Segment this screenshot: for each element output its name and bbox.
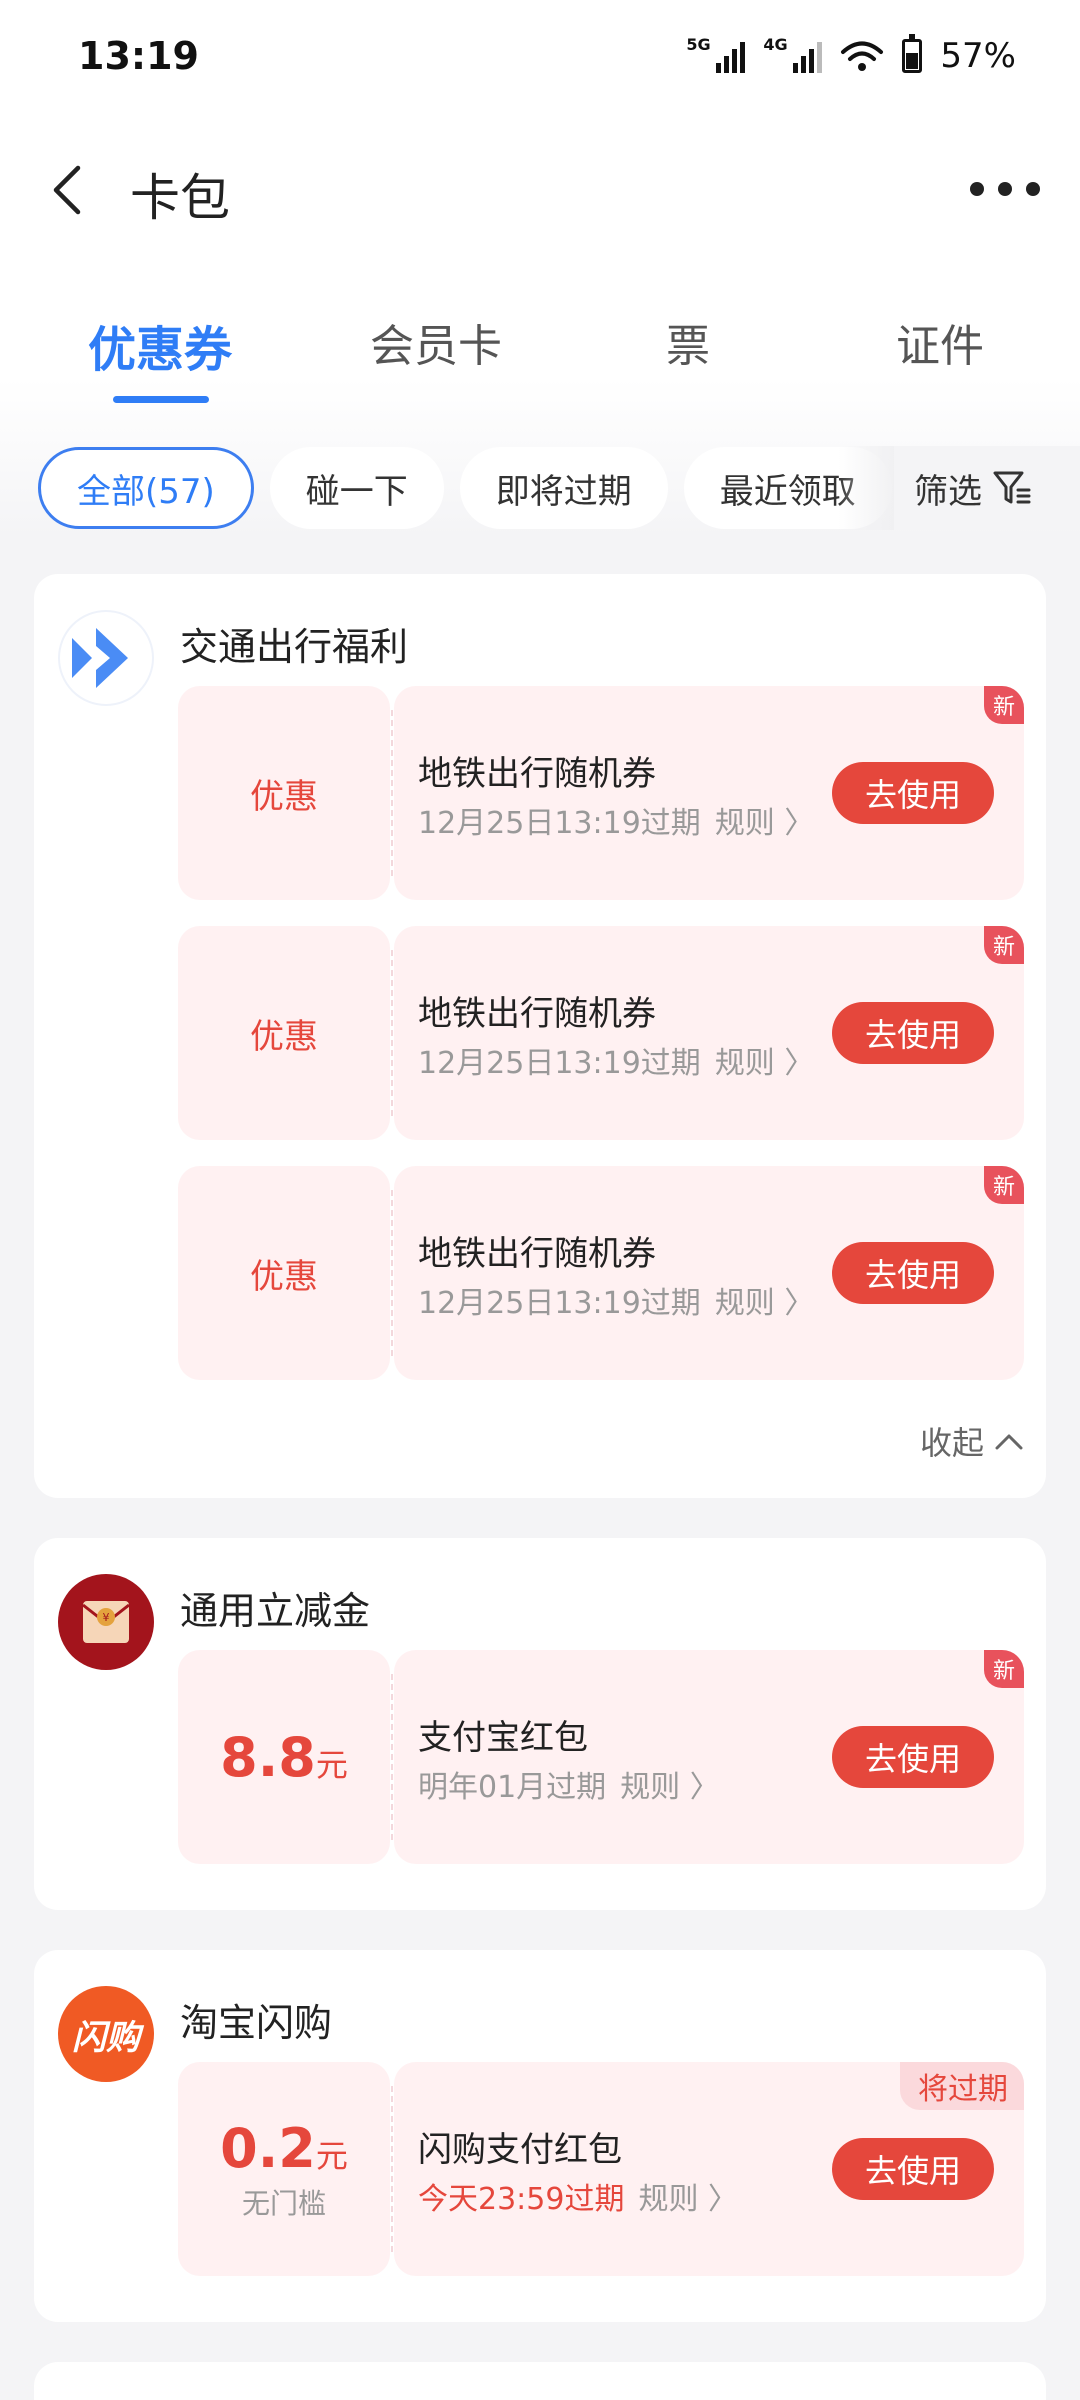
status-icons: 5G 4G 57% (686, 34, 1016, 76)
coupon-right: 地铁出行随机券 12月25日13:19过期 规则 〉 去使用 新 (394, 1166, 1024, 1380)
chip-scroll-fade (838, 446, 898, 530)
more-options-icon[interactable] (970, 164, 1040, 214)
coupon-expire: 12月25日13:19过期 (418, 1286, 701, 1321)
page-title: 卡包 (130, 169, 230, 227)
coupon-rule-link[interactable]: 规则 〉 (715, 1046, 815, 1081)
coupon-right: 闪购支付红包 今天23:59过期 规则 〉 去使用 将过期 (394, 2062, 1024, 2276)
coupon-left: 8.8元 (178, 1650, 390, 1864)
double-chevron-logo-icon (58, 610, 154, 706)
shangou-logo-icon: 闪购 (58, 1986, 154, 2082)
status-bar: 13:19 5G 4G 57% (0, 0, 1080, 120)
coupon-amount: 0.2元 (220, 2116, 348, 2180)
signal-4g-icon: 4G (763, 35, 823, 73)
coupon-rule-link[interactable]: 规则 〉 (620, 1770, 720, 1805)
tab-bar: 优惠券 会员卡 票 证件 (0, 310, 1080, 410)
tab-membership-cards[interactable]: 会员卡 (310, 310, 562, 410)
chip-expiring[interactable]: 即将过期 (459, 447, 668, 529)
coupon-expire: 12月25日13:19过期 (418, 806, 701, 841)
coupon-rule-link[interactable]: 规则 〉 (715, 806, 815, 841)
group-title: 通用立减金 (180, 1589, 371, 1633)
chip-tap[interactable]: 碰一下 (269, 447, 444, 529)
coupon-amount: 8.8元 (220, 1725, 348, 1789)
coupon-left: 优惠 (178, 686, 390, 900)
back-arrow-icon[interactable] (40, 160, 100, 220)
coupon-type-label: 优惠 (250, 1256, 318, 1297)
coupon-right: 地铁出行随机券 12月25日13:19过期 规则 〉 去使用 新 (394, 926, 1024, 1140)
new-badge: 新 (984, 1166, 1024, 1204)
coupon-meta: 12月25日13:19过期 规则 〉 (418, 1038, 814, 1082)
coupon-left: 0.2元 无门槛 (178, 2062, 390, 2276)
collapse-button[interactable]: 收起 (920, 1418, 1024, 1464)
tab-ids[interactable]: 证件 (814, 310, 1066, 410)
coupon-meta: 今天23:59过期 规则 〉 (418, 2174, 738, 2218)
signal-5g-icon: 5G (686, 35, 746, 73)
coupon-left: 优惠 (178, 1166, 390, 1380)
filter-chips: 全部(57) 碰一下 即将过期 最近领取 筛选 (38, 446, 1080, 530)
group-title: 交通出行福利 (180, 625, 409, 669)
coupon-type-label: 优惠 (250, 776, 318, 817)
coupon-expire: 明年01月过期 (418, 1770, 607, 1805)
coupon-meta: 明年01月过期 规则 〉 (418, 1762, 720, 1806)
new-badge: 新 (984, 1650, 1024, 1688)
coupon-item: 0.2元 无门槛 闪购支付红包 今天23:59过期 规则 〉 去使用 将过期 (178, 2062, 1024, 2276)
filter-icon (993, 471, 1031, 504)
coupon-group-general: ¥ 通用立减金 8.8元 支付宝红包 明年01月过期 规则 〉 去使用 新 (34, 1538, 1046, 1910)
coupon-name: 地铁出行随机券 (418, 1234, 656, 1274)
coupon-expire: 今天23:59过期 (418, 2182, 625, 2217)
coupon-threshold: 无门槛 (241, 2186, 326, 2220)
coupon-group-taobao-shangou: 闪购 淘宝闪购 0.2元 无门槛 闪购支付红包 今天23:59过期 规则 〉 去使… (34, 1950, 1046, 2322)
new-badge: 新 (984, 926, 1024, 964)
coupon-meta: 12月25日13:19过期 规则 〉 (418, 798, 814, 842)
chip-all[interactable]: 全部(57) (38, 447, 254, 529)
nav-bar: 卡包 (0, 140, 1080, 240)
coupon-type-label: 优惠 (250, 1016, 318, 1057)
coupon-right: 支付宝红包 明年01月过期 规则 〉 去使用 新 (394, 1650, 1024, 1864)
coupon-item: 8.8元 支付宝红包 明年01月过期 规则 〉 去使用 新 (178, 1650, 1024, 1864)
new-badge: 新 (984, 686, 1024, 724)
status-time: 13:19 (78, 34, 199, 78)
svg-text:¥: ¥ (103, 1611, 110, 1624)
coupon-name: 地铁出行随机券 (418, 994, 656, 1034)
coupon-right: 地铁出行随机券 12月25日13:19过期 规则 〉 去使用 新 (394, 686, 1024, 900)
use-button[interactable]: 去使用 (832, 1726, 994, 1788)
coupon-item: 优惠 地铁出行随机券 12月25日13:19过期 规则 〉 去使用 新 (178, 686, 1024, 900)
battery-percent: 57% (940, 36, 1016, 76)
red-envelope-logo-icon: ¥ (58, 1574, 154, 1670)
use-button[interactable]: 去使用 (832, 762, 994, 824)
coupon-name: 闪购支付红包 (418, 2130, 622, 2170)
group-title: 淘宝闪购 (180, 2001, 333, 2045)
coupon-group-next (34, 2362, 1046, 2400)
chevron-up-icon (995, 1434, 1023, 1450)
expiring-badge: 将过期 (900, 2062, 1024, 2110)
coupon-rule-link[interactable]: 规则 〉 (715, 1286, 815, 1321)
battery-icon (902, 34, 923, 73)
tab-coupons[interactable]: 优惠券 (10, 310, 310, 410)
coupon-expire: 12月25日13:19过期 (418, 1046, 701, 1081)
coupon-name: 地铁出行随机券 (418, 754, 656, 794)
tab-tickets[interactable]: 票 (562, 310, 814, 410)
filter-label: 筛选 (914, 471, 982, 512)
coupon-item: 优惠 地铁出行随机券 12月25日13:19过期 规则 〉 去使用 新 (178, 926, 1024, 1140)
coupon-name: 支付宝红包 (418, 1718, 588, 1758)
coupon-rule-link[interactable]: 规则 〉 (638, 2182, 738, 2217)
use-button[interactable]: 去使用 (832, 2138, 994, 2200)
coupon-item: 优惠 地铁出行随机券 12月25日13:19过期 规则 〉 去使用 新 (178, 1166, 1024, 1380)
wifi-icon (841, 41, 884, 71)
coupon-group-transport: 交通出行福利 优惠 地铁出行随机券 12月25日13:19过期 规则 〉 去使用 … (34, 574, 1046, 1498)
use-button[interactable]: 去使用 (832, 1002, 994, 1064)
use-button[interactable]: 去使用 (832, 1242, 994, 1304)
coupon-left: 优惠 (178, 926, 390, 1140)
filter-button[interactable]: 筛选 (894, 446, 1080, 530)
collapse-label: 收起 (919, 1424, 984, 1462)
coupon-meta: 12月25日13:19过期 规则 〉 (418, 1278, 814, 1322)
